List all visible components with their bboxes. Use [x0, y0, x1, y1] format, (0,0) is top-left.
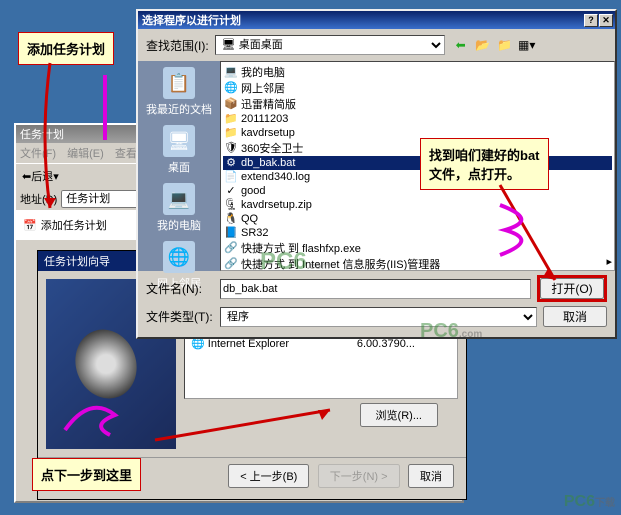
- open-button[interactable]: 打开(O): [540, 278, 604, 299]
- add-task-label: 添加任务计划: [41, 217, 107, 233]
- cancel-button[interactable]: 取消: [543, 306, 607, 327]
- callout-next-step: 点下一步到这里: [32, 458, 141, 491]
- file-icon: ⚙: [224, 156, 238, 170]
- open-button-highlight: 打开(O): [537, 275, 607, 302]
- file-item[interactable]: 🛡360安全卫士: [223, 140, 612, 156]
- file-name: 360安全卫士: [241, 140, 303, 156]
- lookin-row: 查找范围(I): 🖥 桌面桌面 ⬅ 📂 📁 ▦▾: [138, 29, 615, 61]
- file-name: 迅雷精简版: [241, 96, 296, 112]
- file-item[interactable]: 📄extend340.log: [223, 170, 612, 184]
- new-folder-icon[interactable]: 📁: [495, 35, 515, 55]
- watermark: PC6.com: [260, 248, 330, 276]
- help-button[interactable]: ?: [584, 14, 598, 27]
- toolbar-icons: ⬅ 📂 📁 ▦▾: [451, 35, 537, 55]
- file-icon: ✓: [224, 184, 238, 198]
- task-window-title: 任务计划: [20, 126, 64, 142]
- file-icon: 🔗: [224, 241, 238, 255]
- dialog-title: 选择程序以进行计划: [142, 12, 241, 28]
- watermark: PC6.com: [420, 320, 482, 343]
- file-name: db_bak.bat: [241, 157, 295, 169]
- file-name: 我的电脑: [241, 64, 285, 80]
- file-item[interactable]: 📁20111203: [223, 112, 612, 126]
- lookin-select[interactable]: 🖥 桌面桌面: [215, 35, 445, 55]
- file-item[interactable]: ✓good: [223, 184, 612, 198]
- file-icon: 📘: [224, 226, 238, 240]
- file-icon: 🐧: [224, 212, 238, 226]
- file-icon: 📁: [224, 112, 238, 126]
- file-name: QQ: [241, 213, 258, 225]
- file-name: 20111203: [241, 113, 288, 125]
- wizard-next-button: 下一步(N) >: [318, 464, 400, 488]
- filename-input[interactable]: [220, 279, 531, 299]
- close-button[interactable]: ✕: [599, 14, 613, 27]
- file-name: 网上邻居: [241, 80, 285, 96]
- filetype-select[interactable]: 程序: [220, 307, 537, 327]
- network-icon: 🌐: [163, 241, 195, 273]
- file-icon: 🗜: [224, 198, 238, 212]
- file-item[interactable]: 📦迅雷精简版: [223, 96, 612, 112]
- wizard-back-button[interactable]: < 上一步(B): [228, 464, 309, 488]
- file-icon: 📦: [224, 97, 238, 111]
- filename-label: 文件名(N):: [146, 280, 214, 297]
- file-name: SR32: [241, 227, 269, 239]
- address-label: 地址(D): [20, 191, 57, 207]
- place-mycomputer[interactable]: 💻我的电脑: [157, 183, 201, 233]
- file-item[interactable]: 🗜kavdrsetup.zip: [223, 198, 612, 212]
- recent-icon: 📋: [163, 67, 195, 99]
- file-item[interactable]: 🌐网上邻居: [223, 80, 612, 96]
- file-icon: 🛡: [224, 141, 238, 155]
- file-name: extend340.log: [241, 171, 310, 183]
- dialog-titlebar: 选择程序以进行计划 ? ✕: [138, 11, 615, 29]
- desktop-icon: 🖥: [163, 125, 195, 157]
- callout-add-task: 添加任务计划: [18, 32, 114, 65]
- places-bar: 📋我最近的文档 🖥桌面 💻我的电脑 🌐网上邻居: [138, 61, 220, 271]
- menu-edit[interactable]: 编辑(E): [67, 148, 104, 160]
- file-name: good: [241, 185, 265, 197]
- file-icon: 📁: [224, 126, 238, 140]
- file-name: kavdrsetup: [241, 127, 295, 139]
- file-name: kavdrsetup.zip: [241, 199, 312, 211]
- back-button[interactable]: ⬅ 后退 ▾: [18, 166, 63, 186]
- views-icon[interactable]: ▦▾: [517, 35, 537, 55]
- watermark: PC6下载: [564, 493, 615, 511]
- browse-button[interactable]: 浏览(R)...: [360, 403, 438, 427]
- file-list-area[interactable]: 💻我的电脑🌐网上邻居📦迅雷精简版📁20111203📁kavdrsetup🛡360…: [220, 61, 615, 271]
- file-item[interactable]: 📘SR32: [223, 226, 612, 240]
- filetype-label: 文件类型(T):: [146, 308, 214, 325]
- file-icon: 🌐: [224, 81, 238, 95]
- place-desktop[interactable]: 🖥桌面: [163, 125, 195, 175]
- file-icon: 📄: [224, 170, 238, 184]
- wizard-cancel-button[interactable]: 取消: [408, 464, 454, 488]
- file-icon: 💻: [224, 65, 238, 79]
- file-item[interactable]: 💻我的电脑: [223, 64, 612, 80]
- calendar-plus-icon: 📅: [23, 219, 37, 232]
- callout-find-bat: 找到咱们建好的bat 文件，点打开。: [420, 138, 549, 190]
- back-icon[interactable]: ⬅: [451, 35, 471, 55]
- file-item[interactable]: 📁kavdrsetup: [223, 126, 612, 140]
- menu-view[interactable]: 查看: [115, 148, 137, 160]
- file-item[interactable]: ⚙db_bak.bat: [223, 156, 612, 170]
- place-recent[interactable]: 📋我最近的文档: [146, 67, 212, 117]
- lookin-label: 查找范围(I):: [146, 37, 209, 54]
- file-icon: 🔗: [224, 257, 238, 271]
- up-icon[interactable]: 📂: [473, 35, 493, 55]
- file-item[interactable]: 🐧QQ: [223, 212, 612, 226]
- dialog-bottom: 文件名(N): 打开(O) 文件类型(T): 程序 取消: [138, 271, 615, 335]
- menu-file[interactable]: 文件(F): [20, 148, 56, 160]
- computer-icon: 💻: [163, 183, 195, 215]
